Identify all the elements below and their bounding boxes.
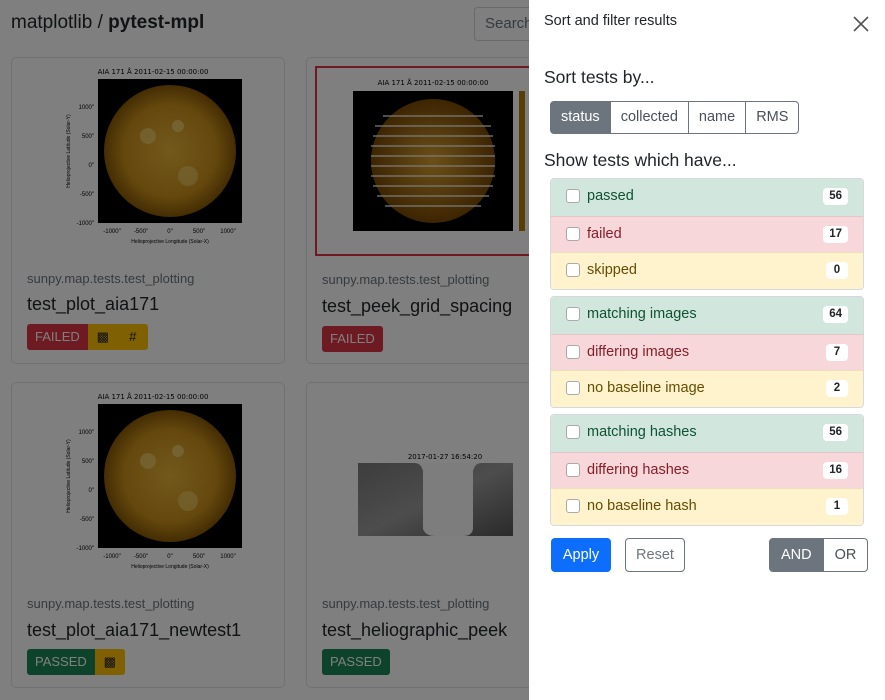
count-badge: 16	[823, 461, 848, 479]
count-badge: 7	[826, 343, 848, 361]
sort-button-group: status collected name RMS	[550, 101, 800, 134]
filter-label: matching hashes	[587, 424, 697, 440]
image-filter-group: matching images 64 differing images 7 no…	[550, 296, 864, 408]
filter-passed[interactable]: passed 56	[551, 179, 863, 216]
logic-button-group: AND OR	[769, 538, 869, 572]
filter-differing-hashes[interactable]: differing hashes 16	[551, 451, 863, 488]
filter-checkbox[interactable]	[566, 499, 580, 513]
filter-no-baseline-hash[interactable]: no baseline hash 1	[551, 488, 863, 525]
sort-filter-panel: Sort and filter results Sort tests by...…	[529, 0, 885, 700]
filter-checkbox[interactable]	[566, 425, 580, 439]
hash-filter-group: matching hashes 56 differing hashes 16 n…	[550, 414, 864, 526]
filter-checkbox[interactable]	[566, 344, 580, 359]
count-badge: 56	[823, 424, 848, 441]
filter-checkbox[interactable]	[566, 189, 580, 203]
count-badge: 17	[823, 225, 848, 243]
or-button[interactable]: OR	[822, 538, 869, 572]
filter-checkbox[interactable]	[566, 263, 580, 277]
sort-status-button[interactable]: status	[550, 101, 611, 134]
filter-label: no baseline image	[587, 380, 705, 396]
filter-label: differing hashes	[587, 461, 690, 478]
sort-heading: Sort tests by...	[544, 67, 655, 87]
count-badge: 64	[823, 306, 848, 323]
sort-name-button[interactable]: name	[687, 101, 747, 134]
filter-checkbox[interactable]	[566, 381, 580, 395]
apply-button[interactable]: Apply	[551, 538, 611, 572]
count-badge: 2	[826, 380, 848, 397]
count-badge: 0	[826, 262, 848, 279]
count-badge: 56	[823, 188, 848, 205]
status-filter-group: passed 56 failed 17 skipped 0	[550, 178, 864, 290]
filter-label: skipped	[587, 262, 637, 278]
close-icon[interactable]	[852, 15, 870, 33]
count-badge: 1	[826, 498, 848, 515]
filter-checkbox[interactable]	[566, 462, 580, 477]
filter-label: matching images	[587, 306, 697, 322]
filter-heading: Show tests which have...	[544, 150, 737, 170]
filter-label: differing images	[587, 343, 690, 360]
filter-checkbox[interactable]	[566, 226, 580, 241]
filter-no-baseline-image[interactable]: no baseline image 2	[551, 370, 863, 407]
filter-label: passed	[587, 188, 634, 204]
and-button[interactable]: AND	[769, 538, 824, 572]
filter-matching-images[interactable]: matching images 64	[551, 297, 863, 334]
filter-differing-images[interactable]: differing images 7	[551, 333, 863, 370]
sort-collected-button[interactable]: collected	[609, 101, 689, 134]
filter-matching-hashes[interactable]: matching hashes 56	[551, 415, 863, 452]
filter-checkbox[interactable]	[566, 307, 580, 321]
filter-label: no baseline hash	[587, 498, 697, 514]
panel-title: Sort and filter results	[544, 13, 677, 29]
filter-skipped[interactable]: skipped 0	[551, 252, 863, 289]
filter-label: failed	[587, 225, 622, 242]
filter-failed[interactable]: failed 17	[551, 215, 863, 252]
sort-rms-button[interactable]: RMS	[745, 101, 800, 134]
reset-button[interactable]: Reset	[625, 538, 685, 572]
